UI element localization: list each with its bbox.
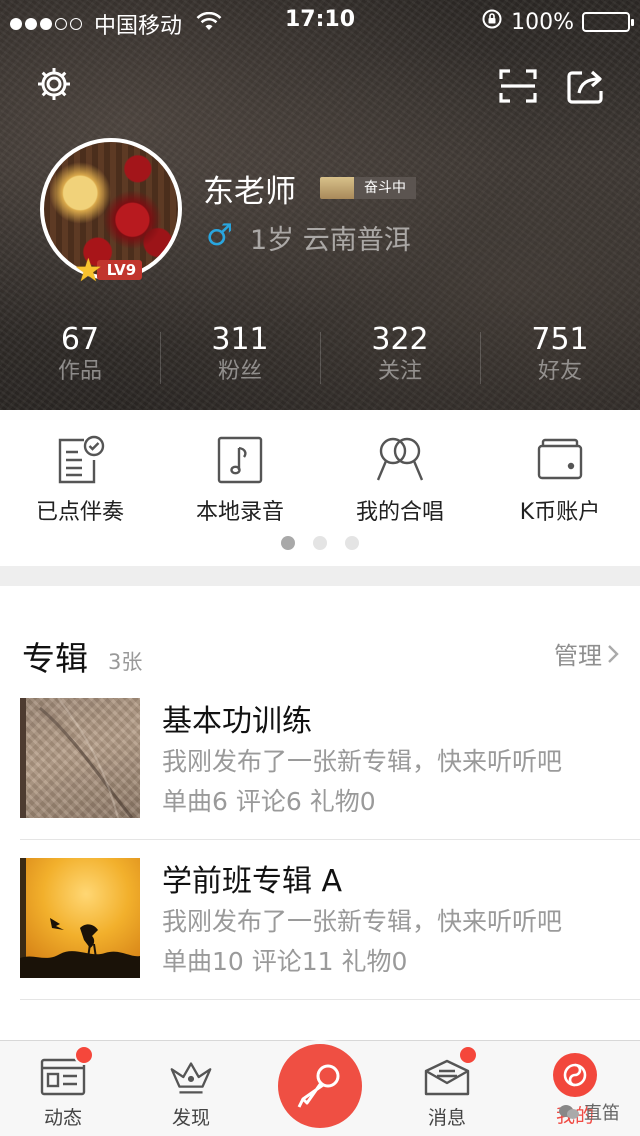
avatar[interactable]: ★ LV9	[40, 138, 182, 286]
share-icon[interactable]	[564, 64, 608, 108]
quick-action-my-duets[interactable]: 我的合唱	[320, 434, 480, 526]
page-dot	[345, 536, 359, 550]
rank-badge[interactable]: 奋斗中	[320, 177, 416, 199]
tab-discover[interactable]: 发现	[136, 1041, 246, 1136]
wallet-icon	[537, 438, 583, 480]
quick-action-local-recording[interactable]: 本地录音	[160, 434, 320, 526]
status-bar: 中国移动 17:10 100%	[0, 0, 640, 40]
stat-label: 粉丝	[217, 359, 262, 384]
quick-action-kcoin-account[interactable]: K币账户	[480, 434, 640, 526]
notification-badge	[74, 1045, 94, 1065]
album-cover	[20, 698, 140, 818]
scan-icon[interactable]	[496, 64, 540, 108]
section-divider	[0, 566, 640, 586]
albums-count: 3张	[108, 650, 143, 674]
album-stats: 单曲10 评论11 礼物0	[162, 947, 408, 976]
quick-action-label: 已点伴奏	[35, 500, 124, 525]
album-name: 基本功训练	[162, 704, 312, 739]
album-name: 学前班专辑 A	[162, 864, 343, 899]
page-dot	[281, 536, 295, 550]
crown-icon	[170, 1062, 212, 1094]
quick-action-label: K币账户	[519, 500, 601, 525]
checked-list-icon	[58, 435, 105, 484]
star-icon: ★	[74, 251, 103, 289]
level-badge: ★ LV9	[74, 251, 143, 289]
tab-bar: 动态 发现 消息 直笛	[0, 1040, 640, 1136]
profile-header: 中国移动 17:10 100% ★ LV9 东老师 奋斗中 ♂ 1岁 云南普洱 …	[0, 0, 640, 410]
record-button[interactable]	[274, 1040, 366, 1132]
quick-action-label: 本地录音	[195, 500, 284, 525]
manage-button[interactable]: 管理	[554, 636, 620, 671]
tab-label: 发现	[171, 1107, 210, 1129]
username: 东老师	[203, 174, 296, 210]
male-icon: ♂	[206, 218, 233, 253]
duet-mic-icon	[376, 437, 424, 481]
stats-row: 67 作品 311 粉丝 322 关注 751 好友	[0, 322, 640, 392]
battery-percent: 100%	[511, 9, 574, 35]
stat-label: 好友	[537, 359, 582, 384]
album-item[interactable]: 学前班专辑 A 我刚发布了一张新专辑，快来听听吧 单曲10 评论11 礼物0	[0, 840, 640, 1000]
battery-icon	[582, 12, 634, 32]
stat-value: 311	[211, 322, 269, 357]
stat-value: 67	[60, 322, 100, 357]
stat-friends[interactable]: 751 好友	[480, 322, 640, 392]
chevron-right-icon	[608, 644, 619, 663]
stat-value: 751	[531, 322, 589, 357]
quick-action-label: 我的合唱	[355, 500, 444, 525]
albums-title: 专辑	[22, 639, 88, 678]
tab-feed[interactable]: 动态	[8, 1041, 118, 1136]
music-note-icon	[217, 436, 263, 484]
tab-label: 动态	[43, 1107, 82, 1129]
me-icon	[553, 1053, 597, 1097]
microphone-icon	[297, 1064, 340, 1108]
wechat-icon	[559, 1105, 579, 1119]
album-stats: 单曲6 评论6 礼物0	[162, 787, 376, 816]
album-item[interactable]: 基本功训练 我刚发布了一张新专辑，快来听听吧 单曲6 评论6 礼物0	[0, 680, 640, 840]
rotation-lock-icon	[481, 8, 503, 36]
watermark: 直笛	[558, 1099, 620, 1125]
tab-label: 消息	[427, 1107, 466, 1129]
stat-label: 关注	[377, 359, 422, 384]
gear-icon[interactable]	[32, 62, 76, 106]
book-icon	[320, 177, 354, 199]
stat-fans[interactable]: 311 粉丝	[160, 322, 320, 392]
rank-label: 奋斗中	[354, 177, 416, 199]
quick-actions: 已点伴奏 本地录音 我的合唱 K币账户	[0, 410, 640, 566]
stat-value: 322	[371, 322, 429, 357]
level-label: LV9	[96, 260, 143, 280]
manage-label: 管理	[554, 642, 602, 670]
album-description: 我刚发布了一张新专辑，快来听听吧	[162, 747, 563, 776]
album-description: 我刚发布了一张新专辑，快来听听吧	[162, 907, 563, 936]
albums-section: 专辑 3张 管理 基本功训练 我刚发布了一张新专辑，快来听听吧 单曲6 评论6 …	[0, 586, 640, 1000]
age-location: 1岁 云南普洱	[250, 225, 411, 256]
stat-following[interactable]: 322 关注	[320, 322, 480, 392]
watermark-text: 直笛	[584, 1103, 620, 1124]
notification-badge	[458, 1045, 478, 1065]
page-dot	[313, 536, 327, 550]
tab-messages[interactable]: 消息	[392, 1041, 502, 1136]
stat-label: 作品	[57, 359, 102, 384]
stat-works[interactable]: 67 作品	[0, 322, 160, 392]
album-cover	[20, 858, 140, 978]
page-indicator	[0, 536, 640, 550]
quick-action-accompaniment[interactable]: 已点伴奏	[0, 434, 160, 526]
